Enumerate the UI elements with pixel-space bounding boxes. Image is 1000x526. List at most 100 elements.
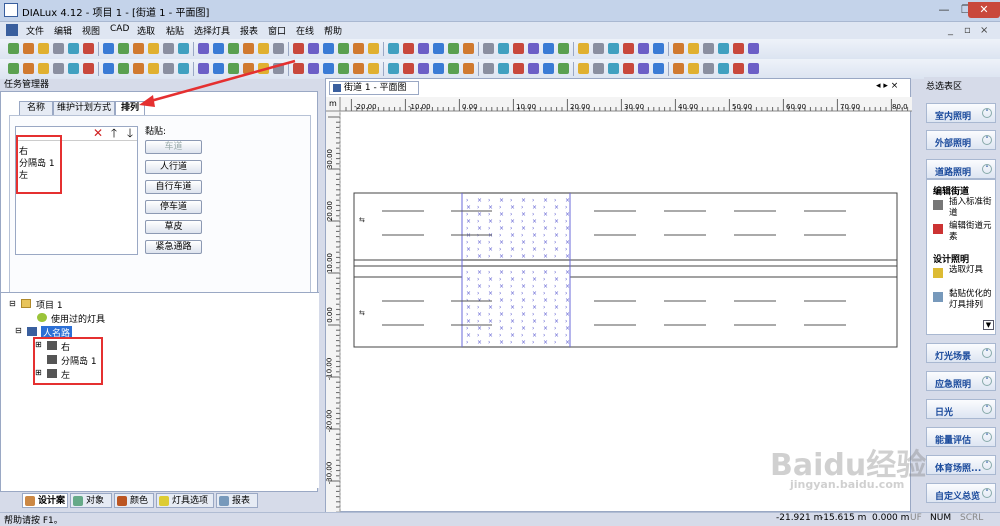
doc-controls[interactable]: ◂ ▸ ×	[876, 81, 898, 91]
toolbar-tool-icon[interactable]	[228, 43, 239, 54]
tab-maintenance-plan[interactable]: 维护计划方式	[53, 101, 115, 115]
toolbar-tool-icon[interactable]	[463, 43, 474, 54]
toolbar-tool-icon[interactable]	[483, 43, 494, 54]
toolbar-tool-icon[interactable]	[353, 63, 364, 74]
paste-lane-button[interactable]: 车道	[145, 140, 202, 154]
menu-help[interactable]: 帮助	[324, 24, 342, 37]
indoor-lighting-button[interactable]: 室内照明 ˅	[926, 103, 996, 123]
toolbar-tool-icon[interactable]	[323, 43, 334, 54]
toolbar-tool-icon[interactable]	[638, 43, 649, 54]
toolbar-tool-icon[interactable]	[368, 63, 379, 74]
tree-root[interactable]: 项目 1	[36, 298, 63, 311]
toolbar-tool-icon[interactable]	[53, 63, 64, 74]
toolbar-tool-icon[interactable]	[163, 43, 174, 54]
toolbar-tool-icon[interactable]	[323, 63, 334, 74]
delete-icon[interactable]: ✕	[93, 127, 103, 139]
toolbar-tool-icon[interactable]	[243, 43, 254, 54]
toolbar-tool-icon[interactable]	[528, 43, 539, 54]
toolbar-tool-icon[interactable]	[498, 63, 509, 74]
toolbar-tool-icon[interactable]	[483, 63, 494, 74]
toolbar-tool-icon[interactable]	[703, 63, 714, 74]
toolbar-tool-icon[interactable]	[623, 43, 634, 54]
toolbar-tool-icon[interactable]	[388, 43, 399, 54]
toolbar-tool-icon[interactable]	[433, 43, 444, 54]
toolbar-tool-icon[interactable]	[308, 43, 319, 54]
toolbar-tool-icon[interactable]	[608, 63, 619, 74]
toolbar-tool-icon[interactable]	[593, 43, 604, 54]
toolbar-tool-icon[interactable]	[578, 43, 589, 54]
paste-emergency-lane-button[interactable]: 紧急通路	[145, 240, 202, 254]
paste-optimized-arrangement-link[interactable]: 黏贴优化的灯具排列	[949, 289, 995, 311]
menu-online[interactable]: 在线	[296, 24, 314, 37]
paste-grass-button[interactable]: 草皮	[145, 220, 202, 234]
toolbar-tool-icon[interactable]	[83, 43, 94, 54]
document-system-icon[interactable]	[6, 24, 18, 36]
toolbar-tool-icon[interactable]	[593, 63, 604, 74]
toolbar-tool-icon[interactable]	[258, 43, 269, 54]
energy-evaluation-button[interactable]: 能量评估 ˅	[926, 427, 996, 447]
toolbar-tool-icon[interactable]	[388, 63, 399, 74]
toolbar-tool-icon[interactable]	[513, 63, 524, 74]
toolbar-tool-icon[interactable]	[23, 63, 34, 74]
menu-paste[interactable]: 粘贴	[166, 24, 184, 37]
toolbar-tool-icon[interactable]	[68, 63, 79, 74]
sports-lighting-button[interactable]: 体育场照... ˅	[926, 455, 996, 475]
toolbar-tool-icon[interactable]	[748, 63, 759, 74]
menu-view[interactable]: 视图	[82, 24, 100, 37]
toolbar-tool-icon[interactable]	[178, 43, 189, 54]
toolbar-tool-icon[interactable]	[338, 43, 349, 54]
mdi-minimize-button[interactable]: _	[948, 25, 953, 36]
expand-root-icon[interactable]: ⊟	[9, 299, 16, 308]
toolbar-tool-icon[interactable]	[748, 43, 759, 54]
emergency-lighting-button[interactable]: 应急照明 ˅	[926, 371, 996, 391]
expand-road-icon[interactable]: ⊟	[15, 326, 22, 335]
toolbar-tool-icon[interactable]	[68, 43, 79, 54]
toolbar-tool-icon[interactable]	[53, 43, 64, 54]
close-button[interactable]: ✕	[968, 2, 1000, 18]
toolbar-tool-icon[interactable]	[543, 43, 554, 54]
toolbar-tool-icon[interactable]	[198, 43, 209, 54]
toolbar-tool-icon[interactable]	[368, 43, 379, 54]
paste-bike-lane-button[interactable]: 自行车道	[145, 180, 202, 194]
toolbar-tool-icon[interactable]	[403, 43, 414, 54]
toolbar-tool-icon[interactable]	[673, 43, 684, 54]
road-lighting-button[interactable]: 道路照明 ˄	[926, 159, 996, 179]
menu-file[interactable]: 文件	[26, 24, 44, 37]
toolbar-tool-icon[interactable]	[433, 63, 444, 74]
toolbar-tool-icon[interactable]	[273, 43, 284, 54]
toolbar-tool-icon[interactable]	[308, 63, 319, 74]
tab-design[interactable]: 设计案	[22, 493, 68, 508]
toolbar-tool-icon[interactable]	[83, 63, 94, 74]
toolbar-tool-icon[interactable]	[513, 43, 524, 54]
paste-sidewalk-button[interactable]: 人行道	[145, 160, 202, 174]
menu-luminaire-selection[interactable]: 选择灯具	[194, 24, 230, 37]
toolbar-tool-icon[interactable]	[8, 43, 19, 54]
toolbar-tool-icon[interactable]	[8, 63, 19, 74]
toolbar-tool-icon[interactable]	[38, 63, 49, 74]
toolbar-tool-icon[interactable]	[463, 63, 474, 74]
toolbar-tool-icon[interactable]	[418, 43, 429, 54]
tab-objects[interactable]: 对象	[70, 493, 112, 508]
toolbar-tool-icon[interactable]	[448, 43, 459, 54]
toolbar-tool-icon[interactable]	[558, 63, 569, 74]
toolbar-tool-icon[interactable]	[418, 63, 429, 74]
toolbar-tool-icon[interactable]	[148, 43, 159, 54]
select-luminaire-link[interactable]: 选取灯具	[949, 265, 995, 276]
edit-street-elements-link[interactable]: 编辑街道元素	[949, 221, 995, 243]
toolbar-tool-icon[interactable]	[653, 43, 664, 54]
toolbar-tool-icon[interactable]	[733, 43, 744, 54]
light-scenes-button[interactable]: 灯光场景 ˅	[926, 343, 996, 363]
menu-reports[interactable]: 报表	[240, 24, 258, 37]
toolbar-tool-icon[interactable]	[558, 43, 569, 54]
mdi-close-button[interactable]: ×	[980, 25, 988, 36]
menu-edit[interactable]: 编辑	[54, 24, 72, 37]
daylight-button[interactable]: 日光 ˅	[926, 399, 996, 419]
move-up-icon[interactable]: 🡑	[109, 127, 119, 139]
toolbar-tool-icon[interactable]	[718, 43, 729, 54]
tab-colors[interactable]: 颜色	[114, 493, 154, 508]
tab-luminaire-options[interactable]: 灯具选项	[156, 493, 214, 508]
toolbar-tool-icon[interactable]	[638, 63, 649, 74]
menu-select[interactable]: 选取	[137, 24, 155, 37]
move-down-icon[interactable]: 🡓	[125, 127, 135, 139]
toolbar-tool-icon[interactable]	[293, 43, 304, 54]
